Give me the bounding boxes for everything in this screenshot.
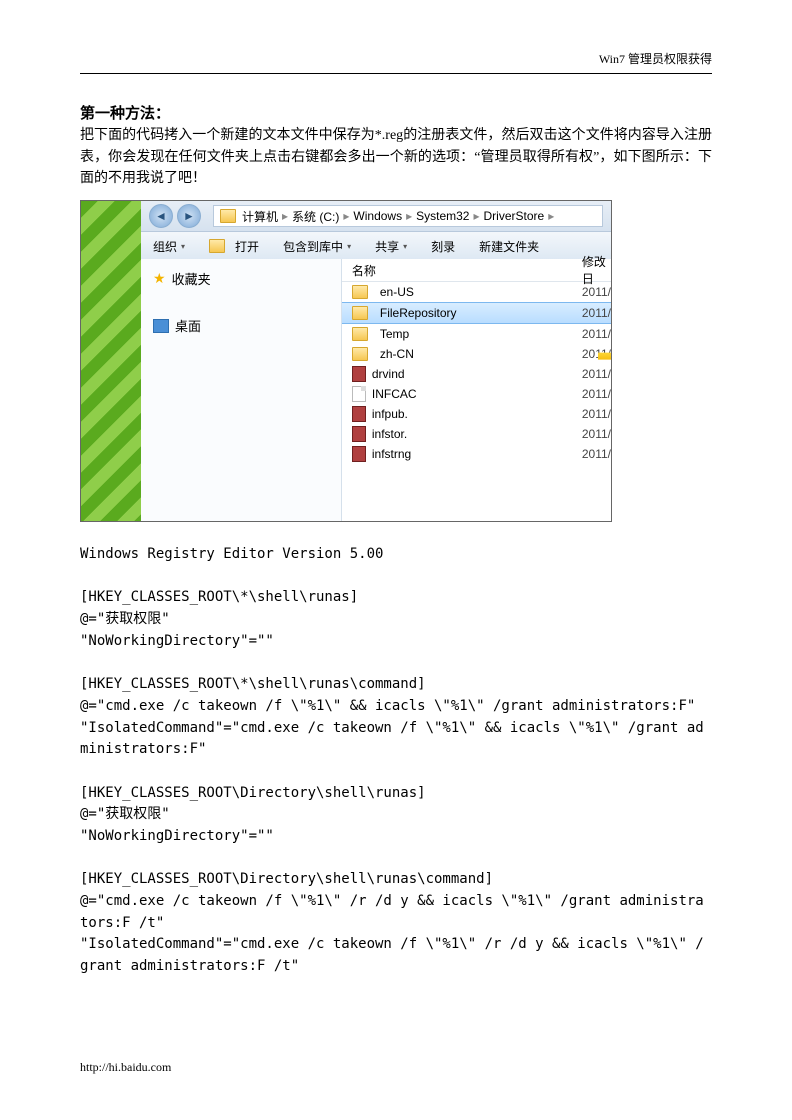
file-date: 2011/: [572, 327, 611, 341]
explorer-window: ◄ ► 计算机▸ 系统 (C:)▸ Windows▸ System32▸ Dri…: [141, 201, 611, 521]
desktop-icon: [153, 319, 169, 333]
page-header-right: Win7 管理员权限获得: [80, 50, 712, 67]
file-date: 2011/: [572, 285, 611, 299]
toolbar-organize[interactable]: 组织▾: [141, 238, 197, 255]
file-name: infstor.: [372, 427, 407, 441]
wallpaper-stripe: [81, 201, 141, 521]
intro-paragraph: 把下面的代码拷入一个新建的文本文件中保存为*.reg的注册表文件，然后双击这个文…: [80, 125, 712, 190]
star-icon: ★: [153, 270, 166, 287]
file-name: FileRepository: [380, 306, 457, 320]
crumb[interactable]: Windows: [353, 209, 402, 223]
file-date: 2011/: [572, 447, 611, 461]
toolbar-share[interactable]: 共享▾: [363, 238, 419, 255]
table-row[interactable]: en-US 2011/: [342, 282, 611, 302]
rar-icon: [352, 426, 366, 442]
toolbar-open[interactable]: 打开: [197, 238, 271, 255]
file-name: INFCAC: [372, 387, 417, 401]
sidebar-desktop[interactable]: 桌面: [153, 316, 329, 335]
header-rule: [80, 73, 712, 74]
file-date: 2011/: [572, 306, 611, 320]
method-heading: 第一种方法：: [80, 102, 712, 123]
folder-icon: [352, 285, 368, 299]
file-name: en-US: [380, 285, 414, 299]
file-name: infstrng: [372, 447, 411, 461]
sidebar-favorites[interactable]: ★收藏夹: [153, 269, 329, 288]
file-icon: [352, 386, 366, 402]
table-row[interactable]: infstrng 2011/: [342, 444, 611, 464]
column-headers[interactable]: 名称 修改日: [342, 259, 611, 282]
table-row[interactable]: INFCAC 2011/: [342, 384, 611, 404]
file-date: 2011/: [572, 427, 611, 441]
folder-icon: [220, 209, 236, 223]
table-row[interactable]: infstor. 2011/: [342, 424, 611, 444]
explorer-screenshot: ◄ ► 计算机▸ 系统 (C:)▸ Windows▸ System32▸ Dri…: [80, 200, 612, 522]
file-name: drvind: [372, 367, 405, 381]
folder-icon: [352, 347, 368, 361]
explorer-toolbar: 组织▾ 打开 包含到库中▾ 共享▾ 刻录 新建文件夹: [141, 232, 611, 261]
rar-icon: [352, 406, 366, 422]
file-date: 2011/: [572, 407, 611, 421]
table-row[interactable]: zh-CN2011/: [342, 344, 611, 364]
toolbar-burn[interactable]: 刻录: [419, 238, 467, 255]
file-name: Temp: [380, 327, 409, 341]
table-row[interactable]: Temp 2011/: [342, 324, 611, 344]
explorer-sidebar: ★收藏夹 桌面: [141, 259, 342, 521]
crumb[interactable]: 计算机: [242, 208, 278, 225]
folder-icon: [352, 327, 368, 341]
toolbar-include[interactable]: 包含到库中▾: [271, 238, 363, 255]
toolbar-newfolder[interactable]: 新建文件夹: [467, 238, 551, 255]
table-row[interactable]: FileRepository 2011/: [342, 302, 611, 324]
rar-icon: [352, 366, 366, 382]
file-list: 名称 修改日 en-US 2011/FileRepository 2011/Temp…: [342, 259, 611, 521]
explorer-titlebar: ◄ ► 计算机▸ 系统 (C:)▸ Windows▸ System32▸ Dri…: [141, 201, 611, 232]
crumb[interactable]: System32: [416, 209, 469, 223]
file-name: infpub.: [372, 407, 408, 421]
crumb[interactable]: 系统 (C:): [292, 208, 339, 225]
table-row[interactable]: infpub. 2011/: [342, 404, 611, 424]
crumb[interactable]: DriverStore: [484, 209, 545, 223]
breadcrumb[interactable]: 计算机▸ 系统 (C:)▸ Windows▸ System32▸ DriverS…: [213, 205, 603, 227]
table-row[interactable]: drvind 2011/: [342, 364, 611, 384]
rar-icon: [352, 446, 366, 462]
page-footer: http://hi.baidu.com: [80, 1060, 171, 1075]
nav-back-button[interactable]: ◄: [149, 204, 173, 228]
file-name: zh-CN: [380, 347, 414, 361]
nav-forward-button[interactable]: ►: [177, 204, 201, 228]
file-date: 2011/: [572, 367, 611, 381]
folder-icon: [209, 239, 225, 253]
file-date: 2011/: [572, 387, 611, 401]
registry-code: Windows Registry Editor Version 5.00 [HK…: [80, 544, 712, 978]
folder-icon: [352, 306, 368, 320]
